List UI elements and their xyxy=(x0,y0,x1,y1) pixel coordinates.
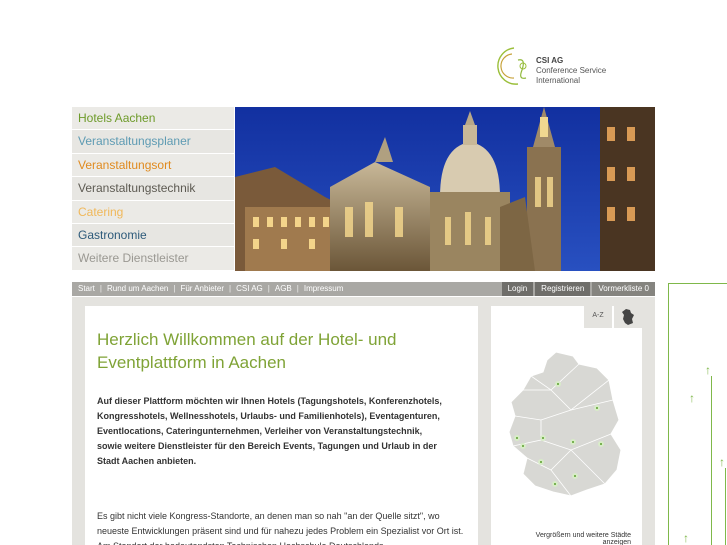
arrow-up-icon: ↑ xyxy=(705,363,711,377)
arrow-up-icon: ↑ xyxy=(719,455,725,469)
germany-map-widget: A-Z Vergrößern und weitere Städte anzeig… xyxy=(491,306,642,545)
intro-text: Auf dieser Plattform möchten wir Ihnen H… xyxy=(97,396,442,466)
menu-link-start[interactable]: Start xyxy=(78,284,95,293)
menu-link-rund-um-aachen[interactable]: Rund um Aachen xyxy=(107,284,168,293)
merkliste-button[interactable]: Vormerkliste 0 xyxy=(592,282,655,296)
nav-item-gastronomie[interactable]: Gastronomie xyxy=(72,223,234,248)
nav-item-hotels[interactable]: Hotels Aachen xyxy=(72,107,234,131)
menu-separator: | xyxy=(267,284,270,293)
decoration-line xyxy=(725,468,726,545)
arrow-up-icon: ↑ xyxy=(689,391,695,405)
register-button[interactable]: Registrieren xyxy=(535,282,591,296)
map-tabs: A-Z xyxy=(582,306,642,328)
top-menu-bar: Start | Rund um Aachen | Für Anbieter | CSI AG… xyxy=(72,282,655,296)
csi-logo-icon xyxy=(497,47,527,85)
map-caption[interactable]: Vergrößern und weitere Städte anzeigen xyxy=(531,532,631,545)
category-nav: Hotels Aachen Veranstaltungsplaner Veran… xyxy=(72,107,234,271)
nav-item-catering[interactable]: Catering xyxy=(72,200,234,224)
logo-line-2: Conference Service xyxy=(536,66,607,75)
csi-logo[interactable]: CSI AG Conference Service International xyxy=(492,44,622,94)
menu-separator: | xyxy=(229,284,232,293)
page-title: Herzlich Willkommen auf der Hotel- und E… xyxy=(97,330,397,372)
germany-map[interactable] xyxy=(501,350,631,500)
account-links: Login Registrieren Vormerkliste 0 xyxy=(500,282,655,296)
login-button[interactable]: Login xyxy=(501,282,534,296)
hero-image-aachen-cathedral xyxy=(235,107,655,271)
logo-text: CSI AG Conference Service International xyxy=(536,56,606,86)
right-decoration: ↑ ↑ ↑ ↑ xyxy=(668,283,727,545)
menu-link-agb[interactable]: AGB xyxy=(275,284,292,293)
tab-germany-map[interactable] xyxy=(614,306,642,328)
menu-links: Start | Rund um Aachen | Für Anbieter | CSI AG… xyxy=(78,282,343,296)
nav-item-veranstaltungsplaner[interactable]: Veranstaltungsplaner xyxy=(72,130,234,154)
menu-separator: | xyxy=(296,284,299,293)
nav-item-veranstaltungstechnik[interactable]: Veranstaltungstechnik xyxy=(72,177,234,201)
nav-item-weitere-dienstleister[interactable]: Weitere Dienstleister xyxy=(72,247,234,271)
logo-line-1: CSI AG xyxy=(536,56,564,65)
tab-a-z[interactable]: A-Z xyxy=(584,306,612,328)
menu-separator: | xyxy=(173,284,176,293)
nav-item-veranstaltungsort[interactable]: Veranstaltungsort xyxy=(72,153,234,178)
germany-map-icon xyxy=(622,309,634,325)
logo-line-3: International xyxy=(536,76,581,85)
menu-separator: | xyxy=(99,284,102,293)
menu-link-fuer-anbieter[interactable]: Für Anbieter xyxy=(180,284,224,293)
welcome-content: Herzlich Willkommen auf der Hotel- und E… xyxy=(85,306,478,545)
menu-link-csi-ag[interactable]: CSI AG xyxy=(236,284,263,293)
body-text: Es gibt nicht viele Kongress-Standorte, … xyxy=(97,511,464,545)
menu-link-impressum[interactable]: Impressum xyxy=(304,284,344,293)
arrow-up-icon: ↑ xyxy=(683,531,689,545)
decoration-line xyxy=(711,376,712,545)
